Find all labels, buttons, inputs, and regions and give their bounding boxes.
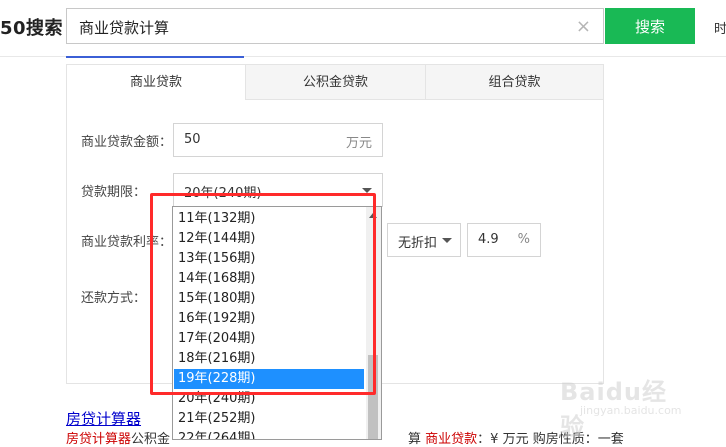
calculator-tabs: 商业贷款 公积金贷款 组合贷款 xyxy=(67,65,603,100)
search-input[interactable] xyxy=(77,9,561,45)
term-option[interactable]: 21年(252期) xyxy=(174,409,364,429)
chevron-down-icon xyxy=(442,238,452,243)
term-value: 20年(240期) xyxy=(184,186,262,201)
term-option[interactable]: 17年(204期) xyxy=(174,329,364,349)
amount-field[interactable]: 50 万元 xyxy=(173,123,383,157)
rate-value: 4.9 xyxy=(478,232,499,247)
clear-icon[interactable]: × xyxy=(576,16,591,37)
term-option[interactable]: 16年(192期) xyxy=(174,309,364,329)
discount-value: 无折扣 xyxy=(398,236,438,251)
tab-provident-fund-loan[interactable]: 公积金贷款 xyxy=(245,65,425,100)
term-option-highlighted[interactable]: 19年(228期) xyxy=(174,369,364,389)
amount-unit: 万元 xyxy=(345,136,372,151)
rate-unit: % xyxy=(517,232,530,247)
scroll-up-arrow-icon[interactable] xyxy=(369,213,377,218)
term-option[interactable]: 13年(156期) xyxy=(174,249,364,269)
rate-field[interactable]: 4.9 % xyxy=(467,223,541,257)
baidu-jingyan-watermark: Baidu经验 jingyan.baidu.com xyxy=(560,372,690,441)
term-label: 贷款期限： xyxy=(81,185,147,200)
term-option[interactable]: 22年(264期) xyxy=(174,429,364,439)
result-title-link[interactable]: 房贷计算器 xyxy=(66,408,141,429)
chevron-down-icon xyxy=(362,188,372,193)
term-option[interactable]: 11年(132期) xyxy=(174,209,364,229)
result-snippet: 房贷计算器公积金 xyxy=(66,428,170,447)
term-option[interactable]: 20年(240期) xyxy=(174,389,364,409)
watermark-sub: jingyan.baidu.com xyxy=(580,404,682,417)
term-option[interactable]: 12年(144期) xyxy=(174,229,364,249)
term-dropdown-list[interactable]: 11年(132期) 12年(144期) 13年(156期) 14年(168期) … xyxy=(172,206,382,440)
amount-label: 商业贷款金额： xyxy=(81,135,173,150)
amount-value: 50 xyxy=(184,132,201,147)
top-more-link[interactable]: 时 xyxy=(714,18,726,37)
term-option[interactable]: 18年(216期) xyxy=(174,349,364,369)
rate-label: 商业贷款利率： xyxy=(81,235,173,250)
top-bar: 50搜索 × 搜索 时 xyxy=(0,0,726,57)
repay-label: 还款方式： xyxy=(81,291,147,306)
dropdown-scrollbar[interactable] xyxy=(366,207,381,439)
term-option[interactable]: 14年(168期) xyxy=(174,269,364,289)
search-box[interactable]: × xyxy=(66,8,604,45)
search-button[interactable]: 搜索 xyxy=(605,8,695,44)
site-logo[interactable]: 50搜索 xyxy=(0,14,63,40)
active-tab-underline xyxy=(66,56,244,58)
tab-combined-loan[interactable]: 组合贷款 xyxy=(425,65,603,100)
scroll-thumb[interactable] xyxy=(368,355,378,439)
discount-select[interactable]: 无折扣 xyxy=(387,223,461,257)
tab-commercial-loan[interactable]: 商业贷款 xyxy=(67,65,245,100)
term-select[interactable]: 20年(240期) xyxy=(173,173,383,207)
term-option[interactable]: 15年(180期) xyxy=(174,289,364,309)
